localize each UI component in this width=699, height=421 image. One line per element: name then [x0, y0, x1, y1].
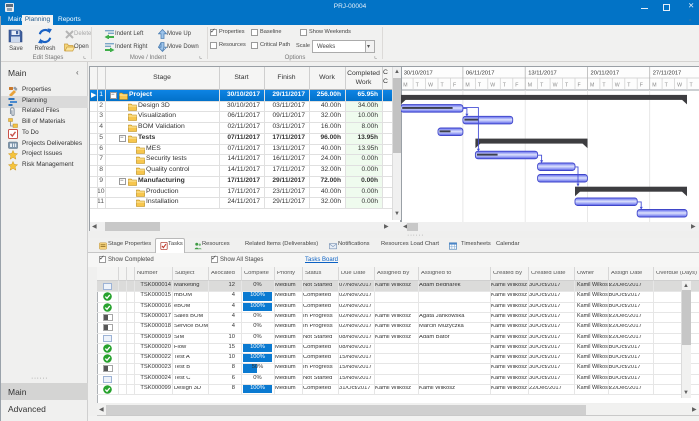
- svg-text:M: M: [465, 83, 469, 89]
- svg-text:M: M: [590, 83, 594, 89]
- svg-text:30/10/2017: 30/10/2017: [404, 71, 433, 77]
- svg-text:W: W: [490, 83, 495, 89]
- svg-text:F: F: [515, 83, 518, 89]
- svg-text:M: M: [652, 83, 656, 89]
- svg-text:13/11/2017: 13/11/2017: [528, 71, 557, 77]
- svg-text:F: F: [640, 83, 643, 89]
- svg-text:20/11/2017: 20/11/2017: [591, 71, 620, 77]
- svg-text:W: W: [615, 83, 620, 89]
- svg-text:W: W: [428, 83, 433, 89]
- svg-text:W: W: [677, 83, 682, 89]
- svg-text:W: W: [553, 83, 558, 89]
- svg-text:06/11/2017: 06/11/2017: [466, 71, 495, 77]
- svg-text:F: F: [578, 83, 581, 89]
- svg-text:27/11/2017: 27/11/2017: [653, 71, 682, 77]
- svg-text:M: M: [403, 83, 407, 89]
- svg-text:F: F: [453, 83, 456, 89]
- svg-text:M: M: [528, 83, 532, 89]
